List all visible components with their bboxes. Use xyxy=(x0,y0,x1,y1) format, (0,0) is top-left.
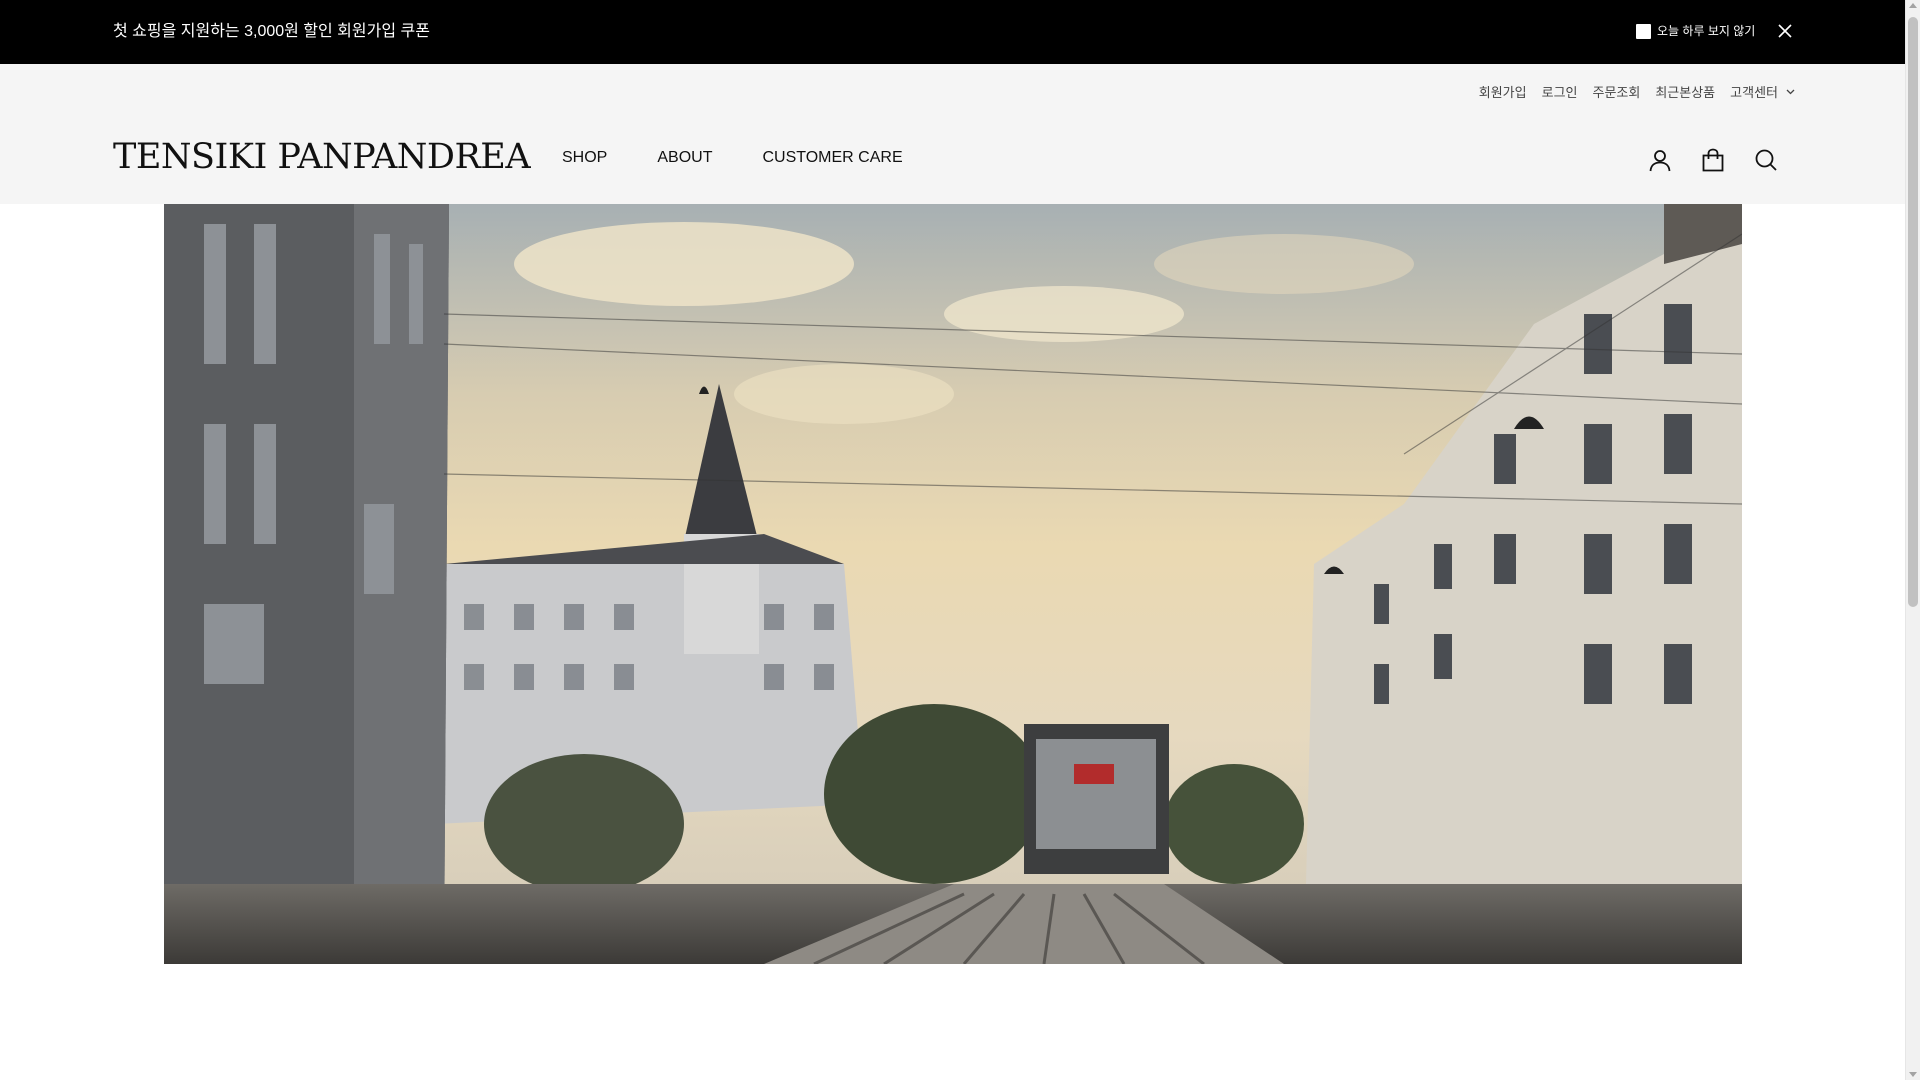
order-lookup-link[interactable]: 주문조회 xyxy=(1593,82,1641,101)
nav-about[interactable]: ABOUT xyxy=(657,149,712,167)
nav-customer-care[interactable]: CUSTOMER CARE xyxy=(762,149,902,167)
chevron-down-icon xyxy=(1786,89,1795,94)
search-icon[interactable] xyxy=(1753,147,1779,173)
customer-center-label[interactable]: 고객센터 xyxy=(1730,82,1778,101)
site-header: 회원가입 로그인 주문조회 최근본상품 고객센터 TENSIKI PANPAND… xyxy=(0,64,1905,204)
user-icon[interactable] xyxy=(1647,147,1673,173)
brand-logo[interactable]: TENSIKI PANPANDREA xyxy=(113,136,531,178)
customer-center-dropdown[interactable]: 고객센터 xyxy=(1730,82,1795,101)
recent-items-link[interactable]: 최근본상품 xyxy=(1655,82,1715,101)
shopping-bag-icon[interactable] xyxy=(1700,147,1726,173)
hide-today-checkbox[interactable] xyxy=(1636,23,1651,39)
promo-bar: 첫 쇼핑을 지원하는 3,000원 할인 회원가입 쿠폰 오늘 하루 보지 않기 xyxy=(0,0,1905,64)
main-nav: SHOP ABOUT CUSTOMER CARE xyxy=(562,149,953,167)
login-link[interactable]: 로그인 xyxy=(1542,82,1578,101)
signup-link[interactable]: 회원가입 xyxy=(1479,82,1527,101)
close-icon[interactable] xyxy=(1776,22,1794,40)
page-scrollbar[interactable] xyxy=(1905,0,1920,1080)
utility-nav: 회원가입 로그인 주문조회 최근본상품 고객센터 xyxy=(1464,82,1795,101)
nav-shop[interactable]: SHOP xyxy=(562,149,607,167)
hero-street-scene xyxy=(164,204,1742,964)
scroll-down-icon[interactable] xyxy=(1909,1072,1917,1077)
promo-text[interactable]: 첫 쇼핑을 지원하는 3,000원 할인 회원가입 쿠폰 xyxy=(113,21,430,43)
hide-today-toggle[interactable]: 오늘 하루 보지 않기 xyxy=(1636,23,1755,39)
scroll-up-icon[interactable] xyxy=(1909,3,1917,8)
hide-today-label[interactable]: 오늘 하루 보지 않기 xyxy=(1657,23,1755,39)
scrollbar-thumb[interactable] xyxy=(1908,17,1918,607)
hero-image[interactable] xyxy=(164,204,1742,964)
header-icons xyxy=(1647,147,1779,173)
